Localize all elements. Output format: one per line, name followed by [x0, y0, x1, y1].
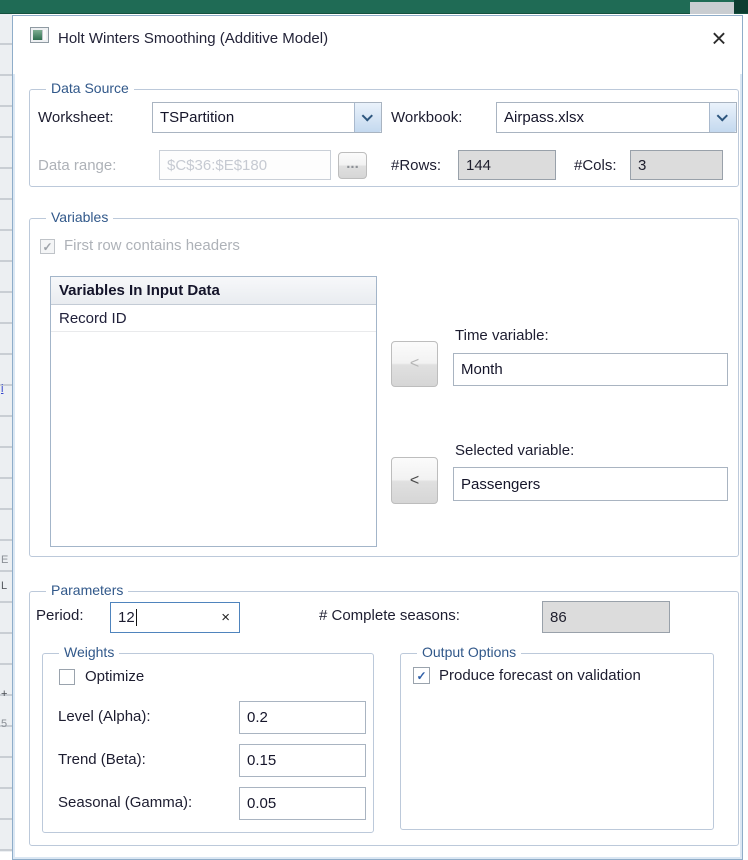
parameters-group: Parameters Period: 12 × # Complete seaso…: [29, 591, 739, 846]
seasonal-gamma-label: Seasonal (Gamma):: [58, 794, 192, 811]
optimize-checkbox[interactable]: [59, 669, 75, 685]
period-input[interactable]: 12 ×: [110, 602, 240, 633]
text-caret: [136, 609, 137, 626]
sheet-text-fragment: i: [1, 383, 12, 395]
app-icon: [30, 27, 49, 43]
data-range-label: Data range:: [38, 157, 116, 174]
title-bar[interactable]: Holt Winters Smoothing (Additive Model) …: [13, 16, 742, 74]
output-options-group-label: Output Options: [417, 644, 521, 660]
data-range-browse-button: ...: [338, 152, 367, 179]
output-options-group: Output Options ✓ Produce forecast on val…: [400, 653, 714, 830]
sheet-text-fragment: L: [1, 580, 12, 592]
workbook-value: Airpass.xlsx: [497, 109, 709, 126]
cols-value-box: 3: [630, 150, 723, 180]
move-selected-variable-button[interactable]: <: [391, 457, 438, 504]
variables-listbox[interactable]: Variables In Input Data Record ID: [50, 276, 377, 547]
produce-forecast-label: Produce forecast on validation: [439, 667, 641, 684]
worksheet-value: TSPartition: [153, 109, 354, 126]
variables-list-header: Variables In Input Data: [51, 277, 376, 305]
cols-label: #Cols:: [574, 157, 617, 174]
data-source-group-label: Data Source: [46, 80, 134, 96]
period-label: Period:: [36, 607, 84, 624]
worksheet-label: Worksheet:: [38, 109, 114, 126]
worksheet-dropdown[interactable]: TSPartition: [152, 102, 382, 133]
first-row-headers-checkbox: ✓: [40, 239, 55, 254]
clear-icon[interactable]: ×: [212, 609, 239, 626]
complete-seasons-value-box: 86: [542, 601, 670, 633]
chevron-down-icon[interactable]: [354, 103, 381, 132]
sheet-text-fragment: 5: [1, 718, 12, 730]
sheet-text-fragment: E: [1, 554, 12, 566]
complete-seasons-label: # Complete seasons:: [319, 607, 460, 624]
trend-beta-label: Trend (Beta):: [58, 751, 146, 768]
first-row-headers-label: First row contains headers: [64, 237, 240, 254]
check-icon: ✓: [416, 670, 426, 682]
close-icon[interactable]: ×: [701, 20, 737, 56]
trend-beta-input[interactable]: 0.15: [239, 744, 366, 777]
holt-winters-dialog: Holt Winters Smoothing (Additive Model) …: [12, 15, 743, 860]
workbook-dropdown[interactable]: Airpass.xlsx: [496, 102, 737, 133]
list-item[interactable]: Record ID: [51, 305, 376, 332]
variables-group-label: Variables: [46, 209, 113, 225]
rows-label: #Rows:: [391, 157, 441, 174]
optimize-label: Optimize: [85, 668, 144, 685]
weights-group-label: Weights: [59, 644, 119, 660]
selected-variable-field[interactable]: Passengers: [453, 467, 728, 501]
weights-group: Weights Optimize Level (Alpha): 0.2 Tren…: [42, 653, 374, 833]
data-range-input: $C$36:$E$180: [159, 150, 331, 180]
data-source-group: Data Source Worksheet: TSPartition Workb…: [29, 89, 739, 187]
produce-forecast-checkbox[interactable]: ✓: [413, 667, 430, 684]
selected-variable-label: Selected variable:: [455, 442, 574, 459]
check-icon: ✓: [42, 241, 52, 253]
background-spreadsheet-strip: i E L + 5: [0, 14, 12, 852]
workbook-label: Workbook:: [391, 109, 462, 126]
level-alpha-input[interactable]: 0.2: [239, 701, 366, 734]
level-alpha-label: Level (Alpha):: [58, 708, 151, 725]
excel-ribbon-strip: [0, 0, 748, 14]
dialog-title: Holt Winters Smoothing (Additive Model): [58, 30, 328, 47]
excel-ribbon-tab-fragment: [690, 2, 734, 14]
period-value: 12: [118, 609, 135, 626]
move-time-variable-button: <: [391, 341, 438, 387]
sheet-text-fragment: +: [1, 688, 12, 700]
time-variable-field[interactable]: Month: [453, 353, 728, 386]
time-variable-label: Time variable:: [455, 327, 549, 344]
chevron-down-icon[interactable]: [709, 103, 736, 132]
rows-value-box: 144: [458, 150, 556, 180]
variables-group: Variables ✓ First row contains headers V…: [29, 218, 739, 557]
excel-ribbon-dark-fragment: [734, 0, 748, 13]
parameters-group-label: Parameters: [46, 582, 128, 598]
seasonal-gamma-input[interactable]: 0.05: [239, 787, 366, 820]
